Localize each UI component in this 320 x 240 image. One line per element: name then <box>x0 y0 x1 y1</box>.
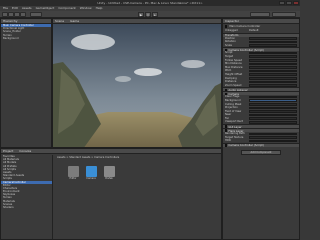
asset-item[interactable]: Camera <box>84 166 98 183</box>
pause-button[interactable]: ∥ <box>145 12 151 17</box>
asset-item[interactable]: Prefab <box>102 166 116 183</box>
add-component-button[interactable]: Add Component <box>241 149 281 155</box>
pivot-toggle[interactable] <box>30 12 42 17</box>
field-value[interactable] <box>249 80 297 84</box>
field-value[interactable] <box>249 120 297 124</box>
project-tabs: Project Console <box>1 149 221 154</box>
field-value[interactable] <box>249 51 297 55</box>
field-value[interactable] <box>249 73 297 77</box>
field-value[interactable] <box>249 44 297 47</box>
tab-scene[interactable]: Scene <box>55 19 64 23</box>
scene-viewport[interactable] <box>53 24 222 148</box>
scene-panel: Scene Game <box>52 18 222 148</box>
field-value[interactable] <box>249 132 297 136</box>
asset-item[interactable]: Editor <box>66 166 80 183</box>
field-value[interactable] <box>249 110 297 113</box>
field-row: HDR <box>223 139 299 143</box>
scale-tool-button[interactable] <box>20 12 26 17</box>
window-controls <box>279 1 299 5</box>
project-folder-tree: Favorites All Materials All Models All P… <box>1 155 53 239</box>
field-value[interactable] <box>249 136 297 139</box>
field-value[interactable] <box>249 117 297 120</box>
tab-game[interactable]: Game <box>70 19 79 23</box>
object-name-field[interactable]: Main Camera Controller <box>229 25 260 29</box>
inspector-panel: Inspector Main Camera Controller Untagge… <box>222 18 300 240</box>
field-value[interactable] <box>249 95 297 99</box>
minimize-button[interactable] <box>279 1 285 5</box>
layout-dropdown[interactable] <box>272 12 296 17</box>
tab-project[interactable]: Project <box>3 149 13 153</box>
tag-dropdown[interactable]: Untagged <box>225 29 249 33</box>
tab-console[interactable]: Console <box>19 149 31 153</box>
prefab-icon <box>103 166 115 177</box>
component-header[interactable]: Camera Controller (Script) <box>223 142 299 147</box>
project-breadcrumb[interactable]: Assets > Standard Assets > Camera Contro… <box>57 156 119 159</box>
folder-icon <box>67 166 79 177</box>
field-value[interactable] <box>249 66 297 69</box>
cube-icon <box>85 166 97 177</box>
field-value[interactable] <box>249 40 297 44</box>
field-value[interactable] <box>249 69 297 73</box>
hierarchy-panel: Hierarchy Main Camera Controller Directi… <box>0 18 52 148</box>
project-panel: Project Console Favorites All Materials … <box>0 148 222 240</box>
field-value[interactable] <box>249 62 297 66</box>
active-checkbox[interactable] <box>225 25 228 28</box>
hierarchy-item[interactable]: Background <box>1 37 51 40</box>
field-value[interactable] <box>249 113 297 117</box>
field-row: Viewport Rect <box>223 120 299 124</box>
field-value[interactable] <box>249 139 297 143</box>
color-field[interactable] <box>249 99 297 102</box>
field-value[interactable] <box>249 106 297 110</box>
layer-dropdown[interactable]: Default <box>249 29 258 33</box>
play-button[interactable]: ▶ <box>138 12 144 17</box>
step-button[interactable]: ▸ <box>152 12 158 17</box>
layers-dropdown[interactable] <box>250 12 270 17</box>
field-value[interactable] <box>249 77 297 80</box>
window-title: Unity - Untitled - CSE-Camera - PC, Mac … <box>97 1 203 5</box>
field-value[interactable] <box>249 55 297 59</box>
maximize-button[interactable] <box>286 1 292 5</box>
field-value[interactable] <box>249 84 297 87</box>
field-value[interactable] <box>249 37 297 40</box>
field-row: Scale <box>223 44 299 48</box>
close-button[interactable] <box>293 1 299 5</box>
toolbar: ▶ ∥ ▸ <box>0 11 300 18</box>
field-value[interactable] <box>249 103 297 106</box>
folder-item[interactable]: Shaders <box>1 206 52 209</box>
field-row: Zoom Speed <box>223 84 299 88</box>
field-value[interactable] <box>249 59 297 62</box>
